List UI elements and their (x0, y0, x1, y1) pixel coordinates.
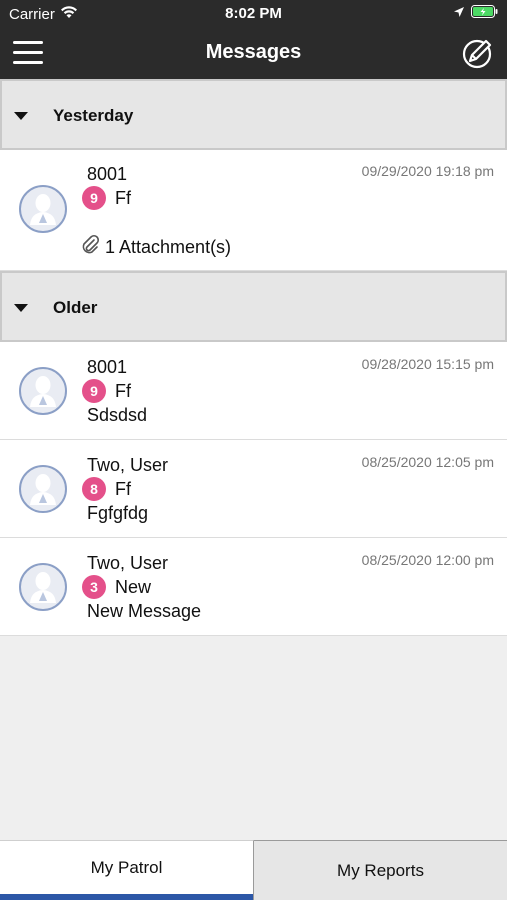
message-sender: 8001 (87, 357, 128, 377)
message-subject: Ff (115, 478, 131, 499)
section-label: Older (53, 298, 98, 317)
nav-bar: Messages (0, 28, 507, 79)
tab-my-reports[interactable]: My Reports (254, 840, 507, 900)
battery-icon (471, 5, 498, 23)
message-preview: Fgfgfdg (87, 503, 149, 523)
active-tab-indicator (0, 894, 253, 900)
message-timestamp: 08/25/2020 12:05 pm (361, 454, 494, 470)
status-time: 8:02 PM (225, 5, 282, 22)
compose-pencil-icon[interactable] (461, 36, 495, 70)
priority-badge: 3 (82, 575, 106, 599)
section-label: Yesterday (53, 106, 134, 125)
priority-badge: 8 (82, 477, 106, 501)
message-preview: Sdsdsd (87, 405, 148, 425)
tab-label: My Patrol (90, 857, 163, 877)
message-subject: Ff (115, 187, 131, 208)
tab-bar: My Patrol My Reports (0, 840, 507, 900)
attachment-label: 1 Attachment(s) (105, 237, 232, 257)
message-row[interactable]: 8001 9 Ff Sdsdsd 09/28/2020 15:15 pm (0, 342, 507, 440)
location-arrow-icon (453, 5, 465, 23)
message-row[interactable]: Two, User 8 Ff Fgfgfdg 08/25/2020 12:05 … (0, 440, 507, 538)
avatar (19, 465, 67, 513)
message-row[interactable]: 8001 9 Ff 09/29/2020 19:18 pm 1 Attachme… (0, 150, 507, 271)
status-indicators (453, 5, 498, 23)
collapse-caret-icon (14, 304, 28, 312)
message-sender: Two, User (87, 553, 169, 573)
message-subject: Ff (115, 380, 131, 401)
collapse-caret-icon (14, 112, 28, 120)
subject-line: 3 New (82, 575, 151, 599)
avatar (19, 563, 67, 611)
message-row[interactable]: Two, User 3 New New Message 08/25/2020 1… (0, 538, 507, 636)
paperclip-icon (80, 234, 100, 261)
attachment-info[interactable]: 1 Attachment(s) (80, 234, 231, 261)
message-sender: 8001 (87, 164, 128, 184)
message-timestamp: 08/25/2020 12:00 pm (361, 552, 494, 568)
subject-line: 9 Ff (82, 186, 131, 210)
priority-badge: 9 (82, 186, 106, 210)
status-bar: Carrier 8:02 PM (0, 0, 507, 28)
avatar (19, 367, 67, 415)
subject-line: 8 Ff (82, 477, 131, 501)
message-preview: New Message (87, 601, 202, 621)
subject-line: 9 Ff (82, 379, 131, 403)
section-header-older[interactable]: Older (0, 271, 507, 342)
tab-label: My Reports (337, 860, 424, 880)
message-timestamp: 09/28/2020 15:15 pm (361, 356, 494, 372)
tab-my-patrol[interactable]: My Patrol (0, 840, 254, 900)
message-timestamp: 09/29/2020 19:18 pm (361, 163, 494, 179)
page-title: Messages (205, 41, 302, 63)
message-subject: New (115, 576, 152, 597)
section-header-yesterday[interactable]: Yesterday (0, 79, 507, 150)
message-sender: Two, User (87, 455, 169, 475)
avatar (19, 185, 67, 233)
priority-badge: 9 (82, 379, 106, 403)
